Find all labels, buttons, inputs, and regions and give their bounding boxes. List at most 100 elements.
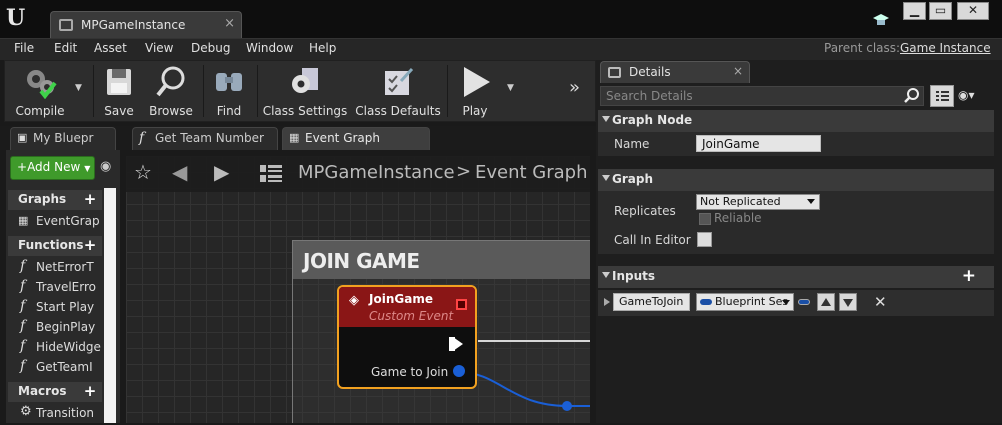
node-title: JoinGame	[369, 292, 433, 306]
blueprint-icon	[59, 19, 73, 31]
tab-my-blueprint-label: My Bluepr	[33, 131, 94, 145]
call-in-editor-label: Call In Editor	[614, 233, 691, 247]
add-new-plus-icon: +	[17, 160, 28, 174]
visibility-eye-icon[interactable]: ◉▾	[958, 88, 975, 102]
expand-arrow-icon[interactable]	[604, 298, 610, 306]
input-type-dropdown[interactable]: Blueprint Ses	[696, 293, 794, 311]
back-arrow-icon[interactable]: ◀	[172, 160, 187, 184]
menu-debug[interactable]: Debug	[191, 41, 230, 55]
game-to-join-pin[interactable]	[453, 365, 465, 377]
details-search-input[interactable]: Search Details	[600, 86, 924, 106]
tab-details[interactable]: Details ×	[600, 61, 750, 83]
graduation-cap-icon[interactable]	[872, 12, 892, 30]
down-arrow-icon	[843, 299, 853, 307]
tab-my-blueprint[interactable]: ▣ My Bluepr	[10, 127, 116, 150]
list-item-function[interactable]: f BeginPlay	[12, 319, 102, 339]
function-icon: f	[139, 130, 145, 146]
play-options-dropdown[interactable]: ▼	[505, 61, 521, 121]
compile-label: Compile	[15, 104, 65, 118]
input-name-field[interactable]: GameToJoin	[613, 293, 690, 311]
container-type-button[interactable]	[798, 299, 810, 305]
section-label: Graph	[612, 172, 653, 186]
my-blueprint-icon: ▣	[17, 131, 28, 144]
class-settings-button[interactable]: Class Settings	[261, 61, 349, 121]
list-item-function[interactable]: f NetErrorT	[12, 259, 102, 279]
functions-header-label: Functions	[18, 238, 84, 252]
replicates-dropdown[interactable]: Not Replicated	[696, 194, 820, 210]
macros-section-header[interactable]: Macros +	[8, 382, 102, 402]
delegate-pin[interactable]	[456, 299, 467, 310]
graphs-section-header[interactable]: Graphs +	[8, 190, 102, 210]
save-button[interactable]: Save	[97, 61, 141, 121]
add-input-icon[interactable]: +	[962, 266, 976, 286]
menu-help[interactable]: Help	[309, 41, 336, 55]
play-button[interactable]: Play	[451, 61, 499, 121]
menu-file[interactable]: File	[14, 41, 34, 55]
my-blueprint-scrollbar[interactable]	[104, 188, 116, 423]
menu-asset[interactable]: Asset	[94, 41, 127, 55]
menu-view[interactable]: View	[145, 41, 173, 55]
list-item-label: Start Play	[36, 300, 95, 314]
play-triangle-icon	[464, 67, 490, 97]
close-window-button[interactable]: ✕	[957, 2, 989, 20]
list-item-macro[interactable]: ⚙ Transition	[12, 405, 102, 425]
call-in-editor-checkbox[interactable]	[697, 232, 712, 247]
exec-output-pin[interactable]	[453, 337, 463, 351]
list-item-label: BeginPlay	[36, 320, 96, 334]
move-down-button[interactable]	[839, 293, 857, 311]
list-item-function[interactable]: f GetTeamI	[12, 359, 102, 379]
visibility-eye-icon[interactable]: ◉	[100, 159, 111, 174]
function-icon: f	[20, 359, 26, 374]
macros-header-label: Macros	[18, 384, 67, 398]
document-tab[interactable]: MPGameInstance ×	[50, 11, 242, 39]
join-game-event-node[interactable]: ◈ JoinGame Custom Event Game to Join	[337, 285, 477, 389]
event-graph-icon: ▦	[18, 214, 29, 227]
list-item-graph[interactable]: ▦ EventGrap	[12, 213, 102, 233]
add-new-button[interactable]: +Add New ▼	[10, 156, 95, 180]
function-icon: f	[20, 339, 26, 354]
parent-class-link[interactable]: Game Instance	[900, 41, 991, 55]
collapse-arrow-icon	[602, 272, 610, 278]
find-button[interactable]: Find	[207, 61, 251, 121]
minimize-button[interactable]: ▁	[903, 2, 926, 20]
list-item-label: HideWidge	[36, 340, 101, 354]
compile-options-dropdown[interactable]: ▼	[73, 61, 89, 121]
breadcrumb-leaf[interactable]: Event Graph	[475, 162, 588, 183]
tab-event-graph[interactable]: ▦ Event Graph	[282, 127, 430, 150]
add-graph-icon[interactable]: +	[82, 190, 98, 208]
name-field[interactable]: JoinGame	[696, 135, 821, 152]
list-item-function[interactable]: f Start Play	[12, 299, 102, 319]
menu-window[interactable]: Window	[246, 41, 293, 55]
breadcrumb-root[interactable]: MPGameInstance	[298, 162, 455, 183]
compile-button[interactable]: Compile	[9, 61, 71, 121]
list-item-function[interactable]: f HideWidge	[12, 339, 102, 359]
tab-get-team-number[interactable]: f Get Team Number	[132, 127, 278, 150]
list-item-label: NetErrorT	[36, 260, 94, 274]
add-macro-icon[interactable]: +	[82, 382, 98, 400]
bookmark-star-icon[interactable]: ☆	[134, 160, 152, 184]
class-defaults-button[interactable]: Class Defaults	[353, 61, 443, 121]
parent-class-label: Parent class:	[824, 41, 901, 55]
remove-input-icon[interactable]: ✕	[874, 293, 887, 311]
graph-section-header[interactable]: Graph	[598, 169, 994, 191]
functions-section-header[interactable]: Functions +	[8, 236, 102, 256]
add-function-icon[interactable]: +	[82, 236, 98, 254]
view-options-button[interactable]	[930, 85, 954, 107]
forward-arrow-icon[interactable]: ▶	[214, 160, 229, 184]
browse-button[interactable]: Browse	[145, 61, 197, 121]
class-defaults-label: Class Defaults	[355, 104, 441, 118]
toolbar-overflow-chevron-icon[interactable]: »	[567, 61, 589, 121]
list-item-function[interactable]: f TravelErro	[12, 279, 102, 299]
graph-node-section-header[interactable]: Graph Node	[598, 110, 994, 132]
inputs-section-header[interactable]: Inputs +	[598, 266, 994, 288]
move-up-button[interactable]	[817, 293, 835, 311]
close-tab-icon[interactable]: ×	[224, 16, 235, 31]
macro-gear-icon: ⚙	[20, 405, 32, 419]
type-pill-icon	[700, 299, 712, 305]
reliable-checkbox[interactable]	[699, 213, 711, 225]
maximize-button[interactable]: ▭	[929, 2, 952, 20]
close-details-icon[interactable]: ×	[733, 64, 743, 78]
save-disk-icon	[107, 69, 131, 95]
tab-get-team-number-label: Get Team Number	[155, 131, 264, 145]
menu-edit[interactable]: Edit	[54, 41, 77, 55]
